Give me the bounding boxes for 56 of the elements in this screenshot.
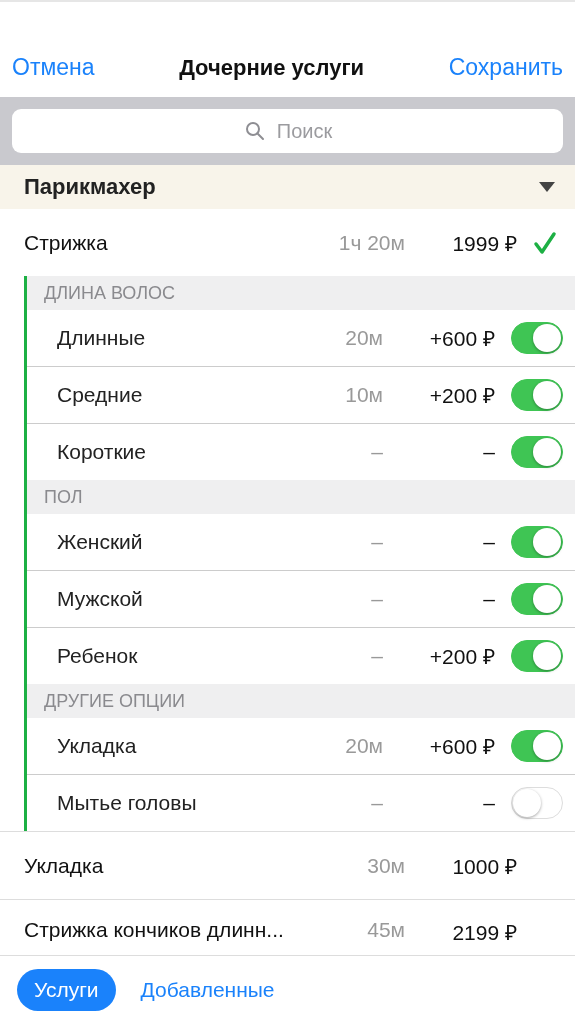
option-price: +200 ₽ [428,644,495,670]
option-price: +200 ₽ [428,383,495,409]
option-duration: – [370,791,383,815]
option-name: Длинные [57,326,147,350]
option-duration: 20м [344,326,383,350]
toggle-switch[interactable] [511,787,563,819]
search-field[interactable]: Поиск [12,109,563,153]
option-price: +600 ₽ [428,326,495,352]
toggle-switch[interactable] [511,526,563,558]
option-duration: – [370,587,383,611]
option-duration: – [370,644,383,668]
option-name: Короткие [57,440,148,464]
service-duration: 1ч 20м [337,230,405,255]
group-header: ДРУГИЕ ОПЦИИ [27,684,575,718]
option-price: +600 ₽ [428,734,495,760]
option-duration: 10м [344,383,383,407]
toggle-switch[interactable] [511,322,563,354]
search-icon [245,121,265,141]
toggle-switch[interactable] [511,640,563,672]
option-name: Женский [57,530,144,554]
service-name: Стрижка [24,230,109,255]
option-name: Укладка [57,734,138,758]
option-name: Мытье головы [57,791,198,815]
option-duration: 20м [344,734,383,758]
option-price: – [482,440,495,464]
option-price: – [482,530,495,554]
service-name: Стрижка кончиков длинн... [24,918,285,942]
option-duration: – [370,530,383,554]
toggle-switch[interactable] [511,583,563,615]
toggle-switch[interactable] [511,436,563,468]
service-name: Укладка [24,853,105,878]
category-title: Парикмахер [24,174,156,200]
option-name: Ребенок [57,644,139,668]
toggle-switch[interactable] [511,730,563,762]
segment-tab[interactable]: Услуги [17,969,116,1011]
service-price: 1999 ₽ [451,230,517,257]
service-price: 2199 ₽ [451,920,517,946]
group-header: ДЛИНА ВОЛОС [27,276,575,310]
cancel-button[interactable]: Отмена [12,54,95,81]
option-name: Средние [57,383,144,407]
category-header[interactable]: Парикмахер [0,165,575,209]
option-price: – [482,791,495,815]
option-price: – [482,587,495,611]
screen-title: Дочерние услуги [179,55,365,81]
service-duration: 45м [366,918,405,942]
toggle-switch[interactable] [511,379,563,411]
segment-tab[interactable]: Добавленные [123,969,292,1011]
service-duration: 30м [366,853,405,878]
service-row[interactable]: Стрижка кончиков длинн... 45м 2199 ₽ [0,899,575,949]
service-price: 1000 ₽ [451,853,517,880]
service-row[interactable]: Стрижка 1ч 20м 1999 ₽ [0,209,575,276]
save-button[interactable]: Сохранить [448,54,563,81]
option-duration: – [370,440,383,464]
group-header: ПОЛ [27,480,575,514]
option-name: Мужской [57,587,144,611]
service-row[interactable]: Укладка 30м 1000 ₽ [0,831,575,899]
